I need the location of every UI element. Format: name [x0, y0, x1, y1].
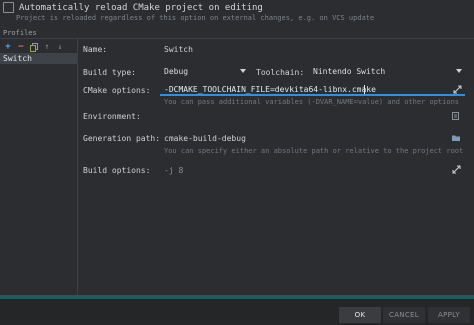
- environment-field[interactable]: [160, 110, 465, 122]
- build-options-input[interactable]: -j 8: [160, 164, 465, 176]
- add-profile-icon[interactable]: +: [3, 42, 13, 52]
- cancel-button[interactable]: CANCEL: [383, 307, 425, 323]
- build-type-select[interactable]: Debug: [162, 66, 248, 78]
- cmake-options-hint: You can pass additional variables (-DVAR…: [164, 98, 460, 106]
- document-icon[interactable]: [452, 112, 459, 120]
- profile-item-switch[interactable]: Switch: [0, 53, 77, 64]
- build-options-value: -j 8: [164, 166, 184, 175]
- cmake-options-input[interactable]: -DCMAKE_TOOLCHAIN_FILE=devkita64-libnx.c…: [160, 84, 465, 96]
- reload-option-hint: Project is reloaded regardless of this o…: [16, 14, 375, 22]
- text-cursor: [364, 85, 365, 94]
- toolchain-label: Toolchain:: [256, 68, 305, 77]
- cmake-options-label: CMake options:: [83, 86, 151, 95]
- build-options-label: Build options:: [83, 166, 151, 175]
- build-type-label: Build type:: [83, 68, 136, 77]
- reload-checkbox[interactable]: [3, 2, 14, 13]
- name-label: Name:: [83, 45, 108, 54]
- toolchain-value: Nintendo Switch: [313, 67, 386, 76]
- reload-option-label: Automatically reload CMake project on ed…: [19, 2, 263, 13]
- folder-icon[interactable]: [452, 135, 460, 141]
- name-field[interactable]: Switch: [164, 45, 193, 54]
- generation-path-hint: You can specify either an absolute path …: [164, 147, 464, 155]
- chevron-down-icon: [240, 69, 246, 73]
- toolchain-select[interactable]: Nintendo Switch: [311, 66, 465, 78]
- profiles-panel: + − ↑ ↓ Switch: [0, 39, 77, 295]
- environment-label: Environment:: [83, 112, 141, 121]
- profiles-section-label: Profiles: [3, 29, 37, 37]
- build-type-value: Debug: [164, 67, 189, 76]
- panel-divider: [77, 39, 78, 295]
- chevron-down-icon: [456, 69, 462, 73]
- generation-path-field[interactable]: cmake-build-debug: [164, 134, 246, 143]
- move-up-icon[interactable]: ↑: [42, 42, 52, 52]
- profiles-toolbar: + − ↑ ↓: [3, 42, 65, 52]
- generation-path-label: Generation path:: [83, 134, 161, 143]
- cmake-options-value: -DCMAKE_TOOLCHAIN_FILE=devkita64-libnx.c…: [164, 85, 376, 94]
- copy-profile-icon[interactable]: [29, 42, 39, 52]
- remove-profile-icon[interactable]: −: [16, 42, 26, 52]
- move-down-icon[interactable]: ↓: [55, 42, 65, 52]
- expand-icon[interactable]: [453, 85, 462, 94]
- reload-option-row[interactable]: Automatically reload CMake project on ed…: [3, 1, 263, 14]
- expand-icon[interactable]: [452, 165, 461, 174]
- ok-button[interactable]: OK: [339, 307, 381, 323]
- apply-button[interactable]: APPLY: [428, 307, 470, 323]
- cmake-settings-dialog: Automatically reload CMake project on ed…: [0, 0, 474, 325]
